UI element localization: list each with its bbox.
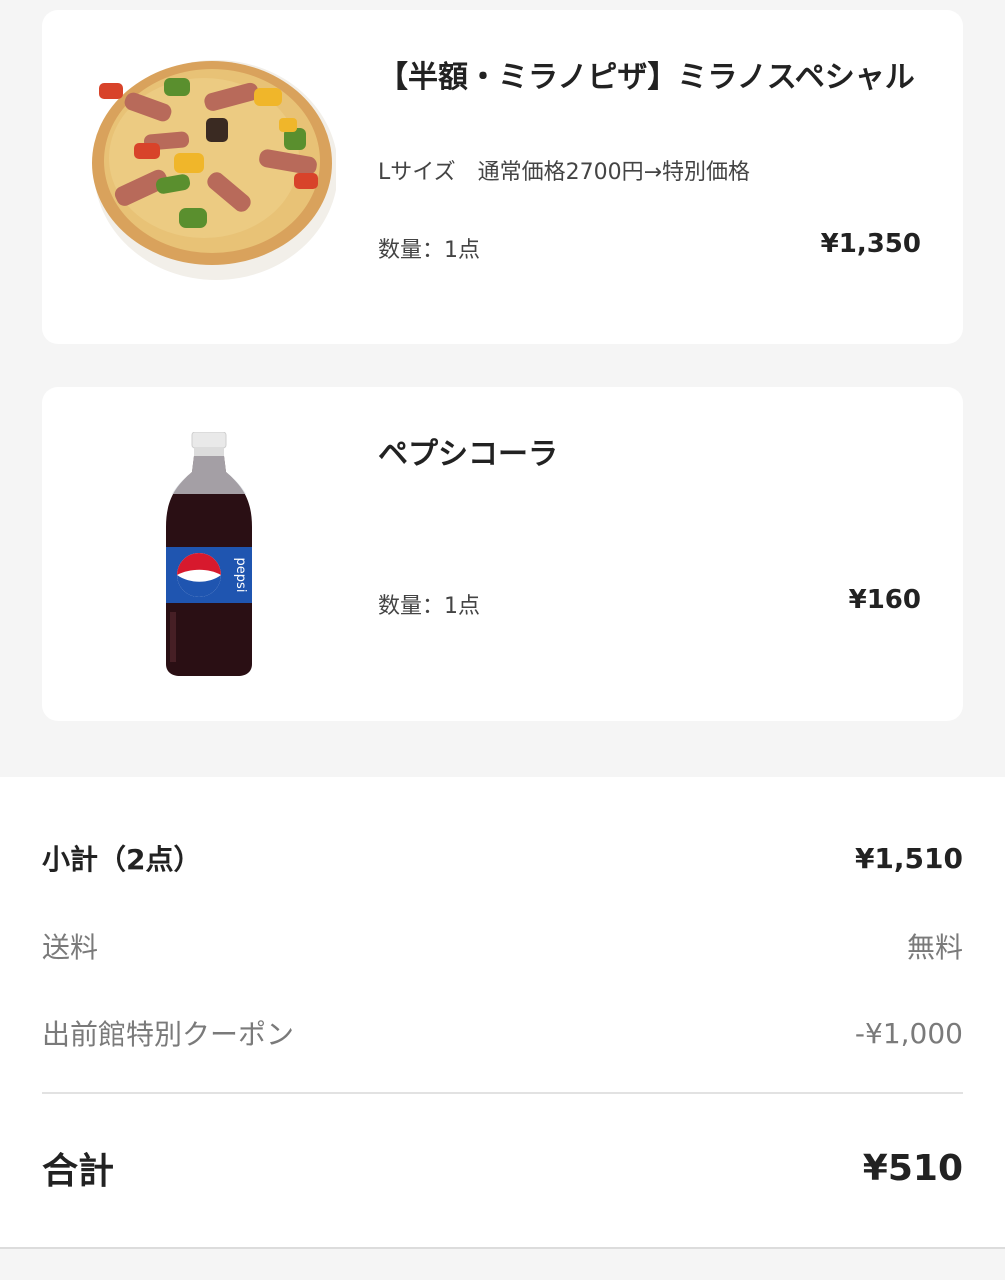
total-value: ¥510 <box>862 1147 963 1189</box>
subtotal-row: 小計（2点） ¥1,510 <box>42 838 963 878</box>
cart-item-pizza[interactable]: 【半額・ミラノピザ】ミラノスペシャル Lサイズ 通常価格2700円→特別価格 数… <box>42 10 963 344</box>
item-price: ¥1,350 <box>820 229 921 259</box>
item-quantity: 数量：1点 <box>378 594 480 619</box>
subtotal-value: ¥1,510 <box>854 841 963 875</box>
coupon-value: -¥1,000 <box>854 1016 963 1050</box>
shipping-value: 無料 <box>906 931 963 964</box>
order-summary-page: 【半額・ミラノピザ】ミラノスペシャル Lサイズ 通常価格2700円→特別価格 数… <box>0 0 1005 1280</box>
pepsi-logo-text: pepsi <box>233 558 248 593</box>
total-row: 合計 ¥510 <box>42 1142 963 1194</box>
item-name: 【半額・ミラノピザ】ミラノスペシャル <box>378 60 915 95</box>
pizza-image <box>84 58 336 303</box>
pepsi-bottle-image: pepsi <box>166 432 252 676</box>
item-quantity: 数量：1点 <box>378 238 480 263</box>
total-label: 合計 <box>42 1151 115 1192</box>
coupon-label: 出前館特別クーポン <box>42 1018 295 1051</box>
item-description: Lサイズ 通常価格2700円→特別価格 <box>378 160 751 185</box>
shipping-row: 送料 無料 <box>42 926 963 966</box>
subtotal-label: 小計（2点） <box>42 843 202 876</box>
divider <box>42 1092 963 1094</box>
cart-item-pepsi[interactable]: pepsi ペプシコーラ 数量：1点 ¥160 <box>42 387 963 721</box>
item-price: ¥160 <box>848 585 921 615</box>
shipping-label: 送料 <box>42 931 99 964</box>
coupon-row: 出前館特別クーポン -¥1,000 <box>42 1013 963 1053</box>
price-summary: 小計（2点） ¥1,510 送料 無料 出前館特別クーポン -¥1,000 合計… <box>0 777 1005 1249</box>
item-name: ペプシコーラ <box>378 437 558 472</box>
